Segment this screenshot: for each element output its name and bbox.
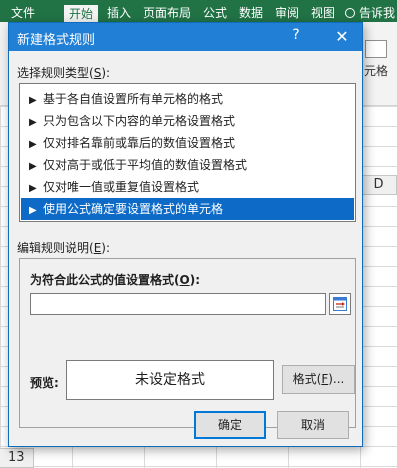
cancel-button[interactable]: 取消 (277, 411, 349, 439)
range-select-button[interactable] (329, 293, 351, 315)
close-button[interactable]: ✕ (327, 25, 357, 49)
row-header-13[interactable]: 13 (0, 448, 34, 468)
rule-type-item-selected[interactable]: ▶ 使用公式确定要设置格式的单元格 (21, 198, 354, 220)
cell-styles-icon (365, 40, 387, 58)
dialog-titlebar[interactable]: 新建格式规则 ? ✕ (9, 23, 362, 51)
column-header-d[interactable]: D (360, 175, 397, 195)
rule-description-group: 为符合此公式的值设置格式(O): 预览: 未设定格式 格式(F)... (19, 258, 356, 428)
tab-file[interactable]: 文件 (6, 4, 40, 22)
tab-review[interactable]: 审阅 (270, 4, 304, 22)
rule-type-list[interactable]: ▶ 基于各自值设置所有单元格的格式 ▶ 只为包含以下内容的单元格设置格式 ▶ 仅对排名… (19, 83, 356, 222)
cell-styles-label: 元格 (363, 64, 388, 78)
formula-input[interactable] (30, 293, 326, 315)
triangle-right-icon: ▶ (29, 95, 37, 106)
dialog-title: 新建格式规则 (17, 33, 96, 48)
collapse-dialog-icon (333, 297, 347, 311)
triangle-right-icon: ▶ (29, 117, 37, 128)
help-button[interactable]: ? (288, 27, 304, 43)
triangle-right-icon: ▶ (29, 205, 37, 216)
tab-home[interactable]: 开始 (64, 5, 99, 22)
tab-insert[interactable]: 插入 (102, 4, 136, 22)
ok-button[interactable]: 确定 (194, 411, 266, 439)
tab-data[interactable]: 数据 (234, 4, 268, 22)
triangle-right-icon: ▶ (29, 183, 37, 194)
rule-type-item[interactable]: ▶ 仅对高于或低于平均值的数值设置格式 (21, 154, 354, 176)
triangle-right-icon: ▶ (29, 161, 37, 172)
rule-type-item[interactable]: ▶ 仅对排名靠前或靠后的数值设置格式 (21, 132, 354, 154)
edit-description-label: 编辑规则说明(E): (17, 241, 111, 255)
triangle-right-icon: ▶ (29, 139, 37, 150)
new-format-rule-dialog: 新建格式规则 ? ✕ 选择规则类型(S): ▶ 基于各自值设置所有单元格的格式 ▶… (8, 22, 363, 447)
tab-formulas[interactable]: 公式 (198, 4, 232, 22)
lightbulb-icon (345, 8, 355, 18)
tab-page-layout[interactable]: 页面布局 (138, 4, 196, 22)
preview-label: 预览: (30, 376, 59, 390)
format-preview: 未设定格式 (66, 360, 274, 400)
formula-label: 为符合此公式的值设置格式(O): (30, 273, 200, 287)
rule-type-item[interactable]: ▶ 只为包含以下内容的单元格设置格式 (21, 110, 354, 132)
tell-me-label: 告诉我 (359, 6, 396, 20)
tab-view[interactable]: 视图 (306, 4, 340, 22)
format-button[interactable]: 格式(F)... (282, 365, 355, 394)
tell-me-search[interactable]: 告诉我 (345, 4, 395, 21)
rule-type-item[interactable]: ▶ 仅对唯一值或重复值设置格式 (21, 176, 354, 198)
rule-type-item[interactable]: ▶ 基于各自值设置所有单元格的格式 (21, 88, 354, 110)
cell-styles-button[interactable]: 元格 (358, 40, 394, 95)
rule-type-label: 选择规则类型(S): (17, 66, 111, 80)
ribbon-tab-bar: 文件 开始 插入 页面布局 公式 数据 审阅 视图 告诉我 (0, 0, 397, 22)
